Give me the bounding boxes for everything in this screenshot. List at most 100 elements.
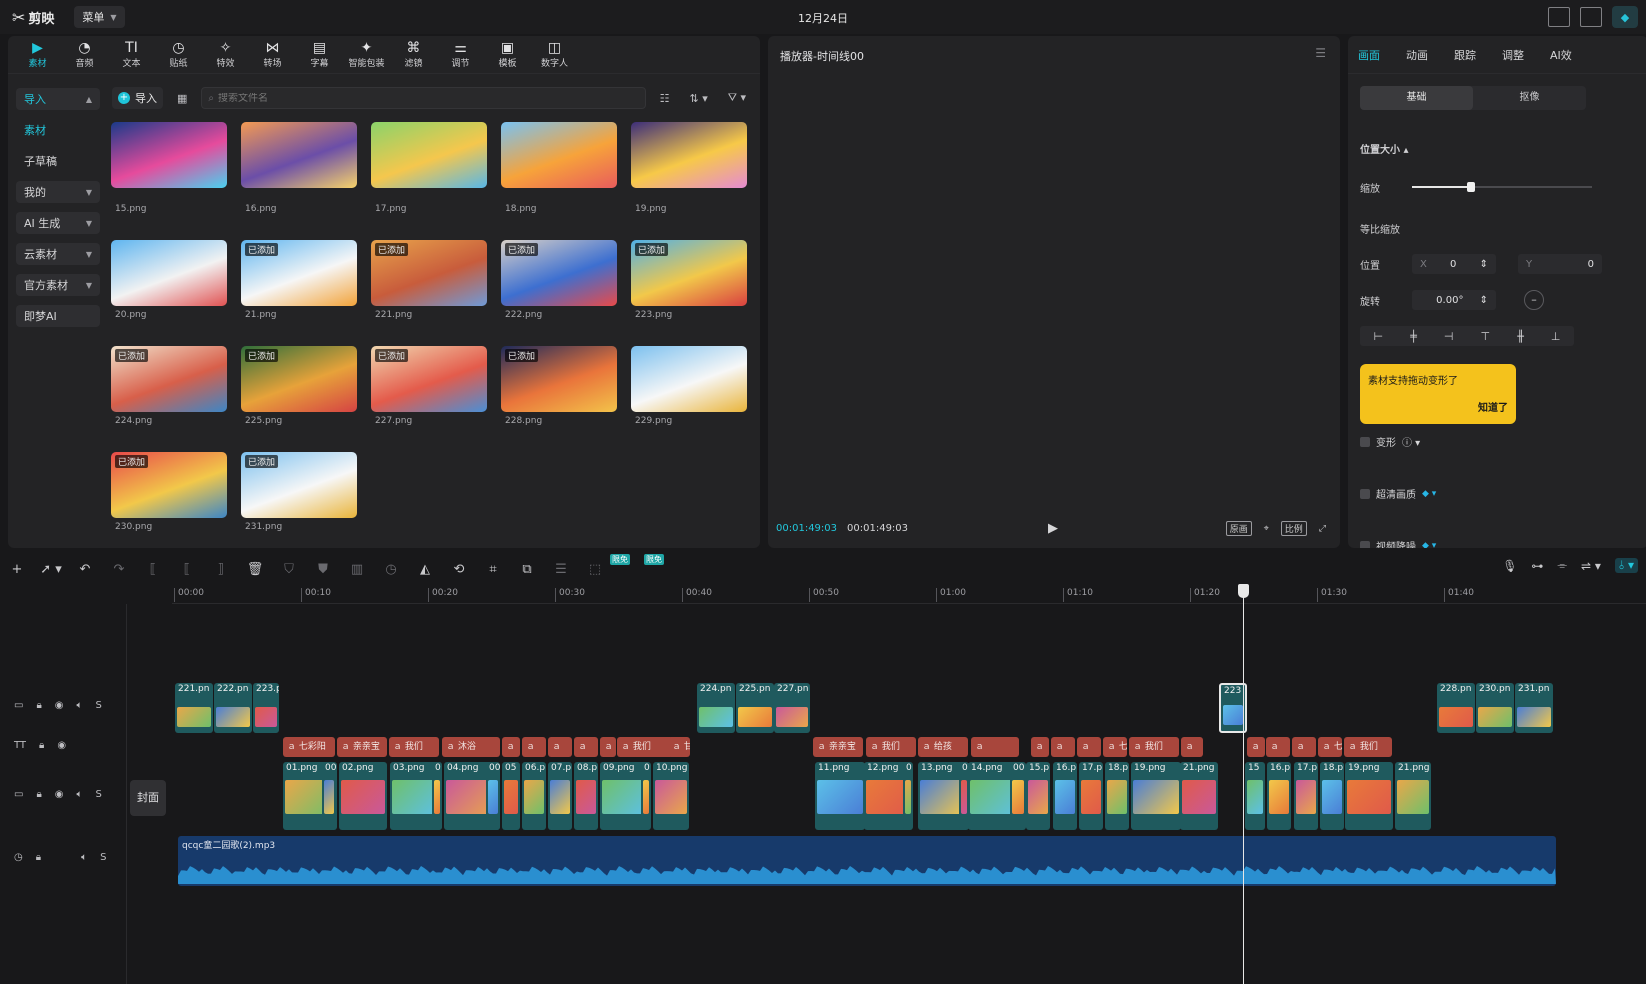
property-tab-4[interactable]: AI效 bbox=[1550, 47, 1598, 63]
media-thumbnail[interactable]: 已添加 bbox=[371, 346, 487, 412]
import-button[interactable]: + 导入 bbox=[112, 87, 163, 109]
text-clip[interactable]: ａ 七彩阳 bbox=[283, 737, 335, 757]
property-tab-0[interactable]: 画面 bbox=[1358, 47, 1406, 63]
denoise-row[interactable]: 视频降噪 ◆ ▾ bbox=[1360, 538, 1436, 548]
timeline-ruler[interactable]: 00:00 00:10 00:20 00:30 00:40 00:50 01:00 01:10… bbox=[172, 586, 1646, 604]
media-thumbnail[interactable] bbox=[241, 122, 357, 188]
text-clip[interactable]: ａ bbox=[1266, 737, 1290, 757]
grid-view-icon[interactable]: ▦ bbox=[171, 92, 193, 105]
stepper-icon[interactable]: ⇕ bbox=[1480, 259, 1488, 270]
tab-template[interactable]: ▣ 模板 bbox=[484, 36, 531, 73]
tab-filter[interactable]: ⌘ 滤镜 bbox=[390, 36, 437, 73]
timeline-clip[interactable]: 00 bbox=[322, 762, 336, 830]
search-field[interactable]: ⌕ bbox=[201, 87, 646, 109]
timeline-clip[interactable]: 07.p bbox=[548, 762, 572, 830]
marker-icon[interactable]: ⛉ bbox=[272, 562, 306, 577]
timeline-clip[interactable]: 17.p bbox=[1079, 762, 1103, 830]
tab-adjust[interactable]: ⚌ 调节 bbox=[437, 36, 484, 73]
rotate-dial-icon[interactable]: – bbox=[1524, 290, 1544, 310]
timeline-clip[interactable]: 06.p bbox=[522, 762, 546, 830]
timeline-clip[interactable]: 15.p bbox=[1026, 762, 1050, 830]
tab-sticker[interactable]: ◷ 贴纸 bbox=[155, 36, 202, 73]
timeline-clip[interactable]: 16.p bbox=[1267, 762, 1291, 830]
smart-crop-icon[interactable]: ⧉ bbox=[510, 562, 544, 577]
text-clip[interactable]: ａ bbox=[1031, 737, 1049, 757]
timeline-clip[interactable]: 21.png bbox=[1180, 762, 1218, 830]
shortcut-icon[interactable] bbox=[1548, 7, 1570, 27]
text-clip[interactable]: ａ bbox=[522, 737, 546, 757]
timeline-clip[interactable]: 223.p bbox=[253, 683, 279, 733]
redo-icon[interactable]: ↷ bbox=[102, 562, 136, 577]
sidebar-item-0[interactable]: 导入 ▲ bbox=[16, 88, 100, 110]
media-thumbnail[interactable]: 已添加 bbox=[241, 452, 357, 518]
text-clip[interactable]: ａ 我们 bbox=[1129, 737, 1179, 757]
subtitle-recognize-icon[interactable]: ☰ bbox=[544, 562, 578, 577]
text-clip[interactable]: ａ 沐浴 bbox=[442, 737, 500, 757]
align-center-v-icon[interactable]: ╫ bbox=[1517, 330, 1524, 343]
lock-icon[interactable]: 🔒︎ bbox=[36, 852, 41, 863]
timeline-clip[interactable]: 0 bbox=[432, 762, 442, 830]
media-thumbnail[interactable]: 已添加 bbox=[111, 452, 227, 518]
timeline-clip[interactable]: 225.pn bbox=[736, 683, 774, 733]
split-right-icon[interactable]: ⟧ bbox=[204, 562, 238, 577]
help-icon[interactable]: ⓘ ▾ bbox=[1402, 434, 1420, 449]
media-thumbnail[interactable] bbox=[111, 122, 227, 188]
ratio-button[interactable]: 比例 bbox=[1280, 521, 1307, 536]
timeline-clip[interactable]: 227.pn bbox=[774, 683, 810, 733]
timeline-clip[interactable]: 16.p bbox=[1053, 762, 1077, 830]
sidebar-item-4[interactable]: AI 生成 ▼ bbox=[16, 212, 100, 234]
deform-row[interactable]: 变形 ⓘ ▾ bbox=[1360, 434, 1420, 449]
denoise-checkbox[interactable] bbox=[1360, 540, 1370, 548]
crop-icon[interactable]: ⌗ bbox=[476, 562, 510, 577]
microphone-icon[interactable]: 🎙 bbox=[1502, 559, 1517, 573]
eye-icon[interactable]: ◉ bbox=[55, 700, 64, 711]
speed-icon[interactable]: ◷ bbox=[374, 562, 408, 577]
tab-text[interactable]: TI 文本 bbox=[108, 36, 155, 73]
focus-icon[interactable]: ⌖ bbox=[1264, 524, 1269, 534]
menu-button[interactable]: 菜单 ▼ bbox=[74, 6, 125, 28]
timeline-clip[interactable]: 18.p bbox=[1320, 762, 1344, 830]
deform-checkbox[interactable] bbox=[1360, 436, 1370, 447]
property-tab-3[interactable]: 调整 bbox=[1502, 47, 1550, 63]
timeline-clip[interactable]: 228.pn bbox=[1437, 683, 1475, 733]
text-clip[interactable]: ａ 七彩天 bbox=[1318, 737, 1342, 757]
hd-quality-row[interactable]: 超清画质 ◆ ▾ bbox=[1360, 486, 1436, 501]
align-top-icon[interactable]: ⊤ bbox=[1481, 330, 1491, 343]
timeline-clip[interactable]: 19.png bbox=[1345, 762, 1393, 830]
timeline-clip[interactable]: 00 bbox=[1010, 762, 1026, 830]
split-left-icon[interactable]: ⟦ bbox=[170, 562, 204, 577]
slider-knob[interactable] bbox=[1467, 182, 1476, 192]
timeline-clip[interactable]: 231.pn bbox=[1515, 683, 1553, 733]
solo-icon[interactable]: S bbox=[96, 789, 102, 800]
delete-icon[interactable]: 🗑 bbox=[238, 562, 272, 577]
media-thumbnail[interactable]: 已添加 bbox=[371, 240, 487, 306]
text-clip[interactable]: ａ bbox=[1181, 737, 1203, 757]
audio-clip[interactable]: qcqc童二园歌(2).mp3 bbox=[178, 836, 1556, 886]
text-clip[interactable]: ａ bbox=[574, 737, 598, 757]
layout-icon[interactable] bbox=[1580, 7, 1602, 27]
timeline-clip[interactable]: 19.png bbox=[1131, 762, 1181, 830]
volume-icon[interactable]: 🔈︎ bbox=[77, 700, 83, 711]
media-thumbnail[interactable] bbox=[371, 122, 487, 188]
stepper-icon[interactable]: ⇕ bbox=[1480, 295, 1488, 306]
search-input[interactable] bbox=[218, 92, 645, 104]
undo-icon[interactable]: ↶ bbox=[68, 562, 102, 577]
text-clip[interactable]: ａ bbox=[1051, 737, 1075, 757]
solo-icon[interactable]: S bbox=[100, 852, 106, 863]
shield-icon[interactable]: ⛊ bbox=[306, 562, 340, 577]
media-thumbnail[interactable] bbox=[631, 346, 747, 412]
media-thumbnail[interactable]: 已添加 bbox=[501, 240, 617, 306]
split-icon[interactable]: ⟦ bbox=[136, 562, 170, 577]
timeline-clip[interactable]: 21.png bbox=[1395, 762, 1431, 830]
menu-icon[interactable]: ☰ bbox=[1315, 46, 1326, 60]
tab-smart-package[interactable]: ✦ 智能包装 bbox=[343, 36, 390, 73]
timeline-clip[interactable]: 230.pn bbox=[1476, 683, 1514, 733]
rotate-icon[interactable]: ⟲ bbox=[442, 562, 476, 577]
media-thumbnail[interactable]: 已添加 bbox=[241, 346, 357, 412]
text-clip[interactable]: ａ 我们 bbox=[1344, 737, 1392, 757]
eye-icon[interactable]: ◉ bbox=[55, 789, 64, 800]
text-clip[interactable]: ａ 甘甜雨 bbox=[668, 737, 690, 757]
tab-subtitle[interactable]: ▤ 字幕 bbox=[296, 36, 343, 73]
auto-reframe-icon[interactable]: ⬚ bbox=[578, 562, 612, 577]
section-position-size[interactable]: 位置大小 ▴ bbox=[1360, 141, 1409, 156]
